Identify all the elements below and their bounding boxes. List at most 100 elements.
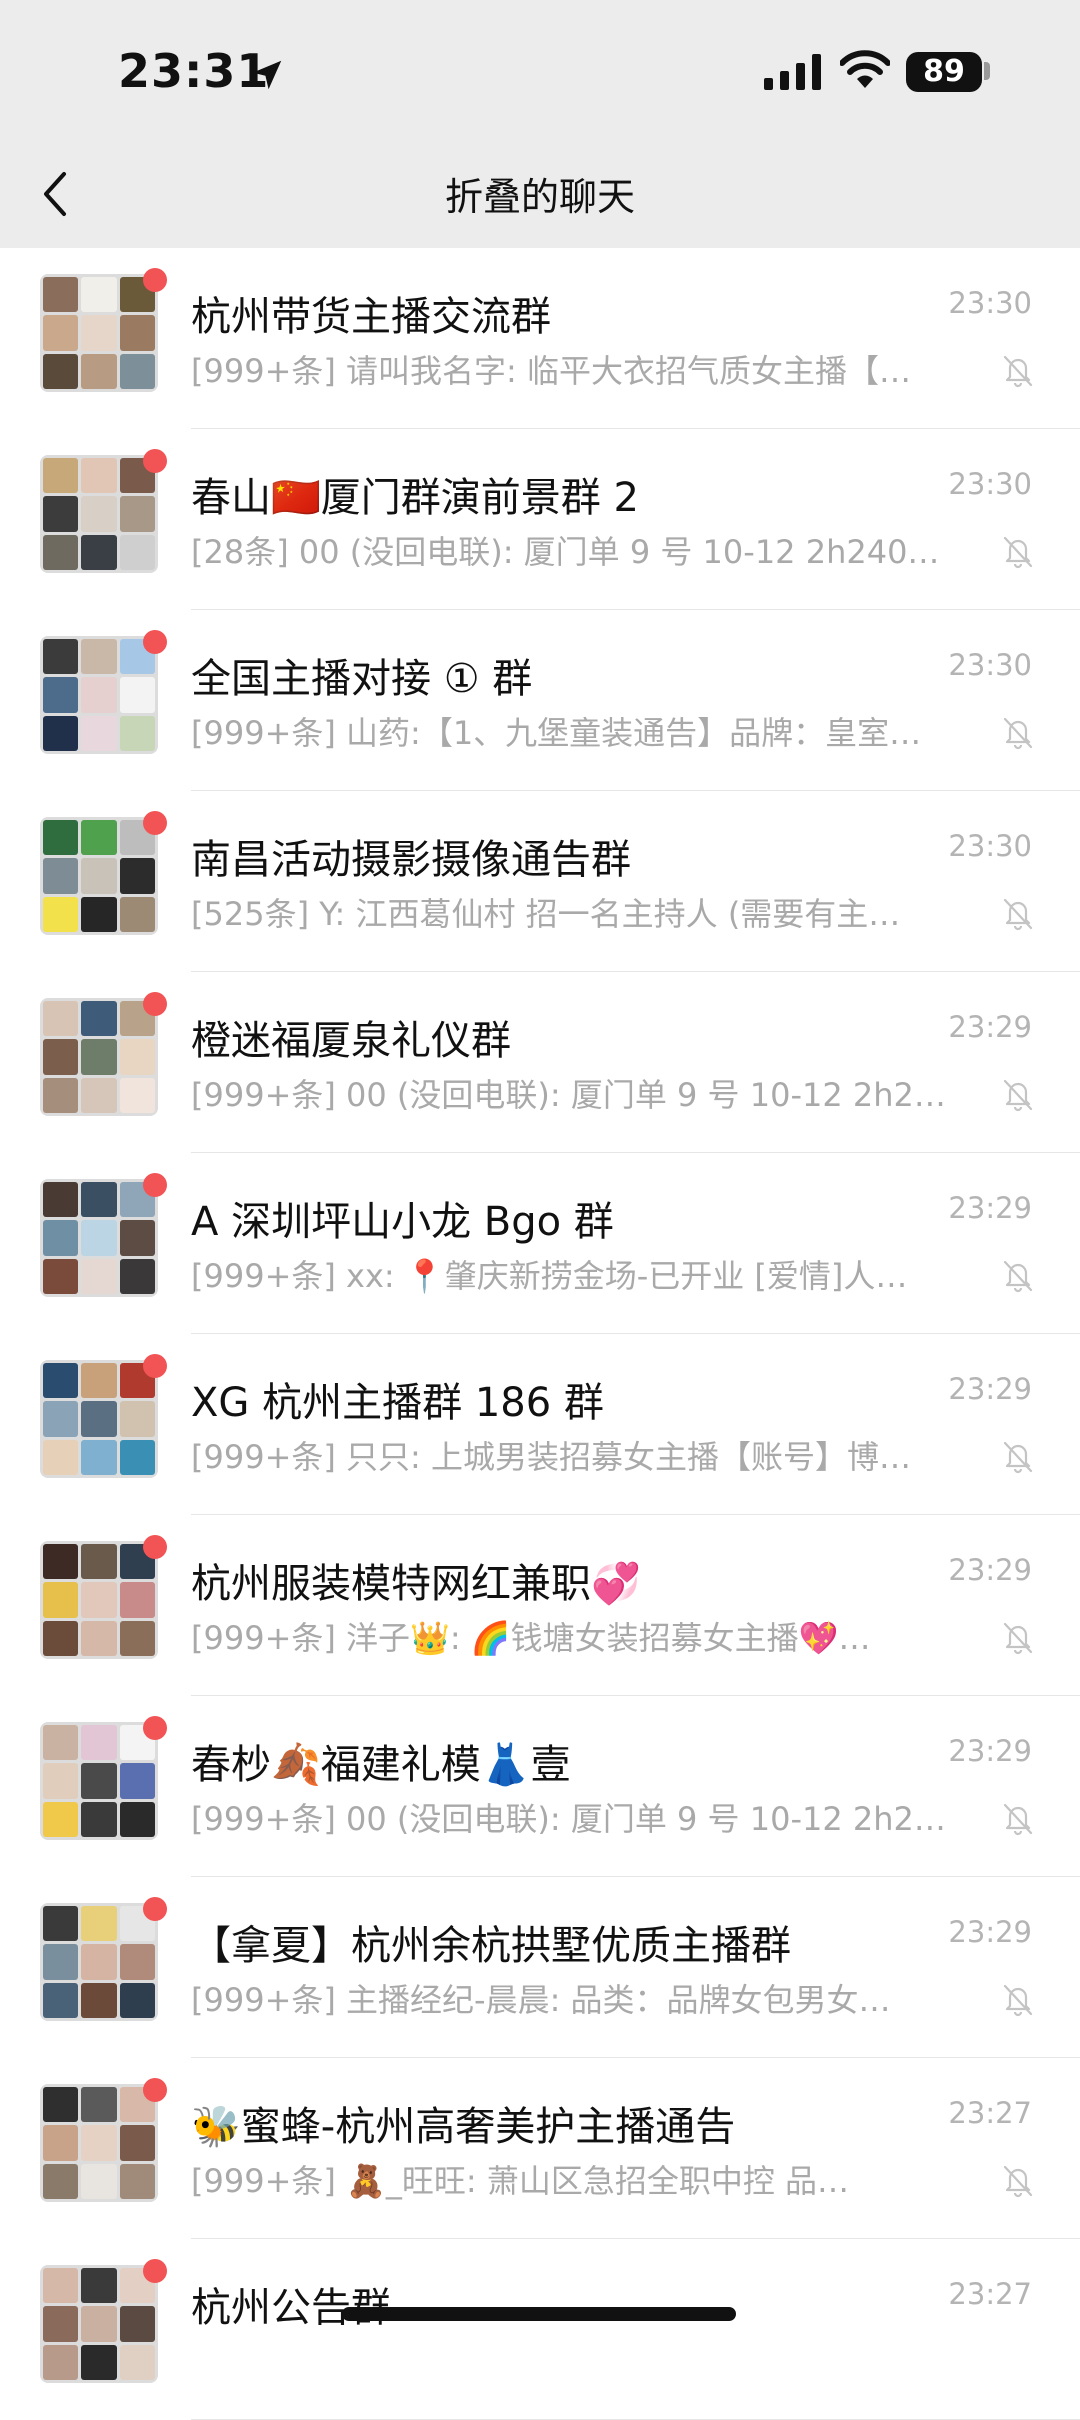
unread-dot (143, 1716, 167, 1740)
avatar-tile (81, 315, 117, 351)
chat-name: A 深圳坪山小龙 Bgo 群 (191, 1199, 614, 1245)
avatar-tile (43, 534, 79, 570)
unread-dot (143, 630, 167, 654)
avatar-tile (119, 353, 155, 389)
avatar-tile (43, 1544, 79, 1580)
chat-row[interactable]: A 深圳坪山小龙 Bgo 群 23:29 [999+条] xx: 📍肇庆新捞金场-已… (0, 1153, 1080, 1334)
avatar-tile (81, 858, 117, 894)
avatar-tile (119, 1401, 155, 1437)
avatar-tile (43, 1182, 79, 1218)
avatar-tile (81, 277, 117, 313)
chat-row[interactable]: 杭州公告群 23:27 (0, 2239, 1080, 2420)
avatar-tile (119, 315, 155, 351)
avatar-tile (81, 715, 117, 751)
avatar-tile (43, 1906, 79, 1942)
avatar-tile (81, 496, 117, 532)
group-avatar (40, 817, 158, 935)
avatar-tile (81, 1258, 117, 1294)
chat-timestamp: 23:27 (948, 2277, 1032, 2311)
chat-row[interactable]: 春山🇨🇳厦门群演前景群 2 23:30 [28条] 00 (没回电联): 厦门单 9… (0, 429, 1080, 610)
avatar-tile (43, 2306, 79, 2342)
chat-name: 杭州带货主播交流群 (191, 294, 551, 340)
chat-name: 🐝蜜蜂-杭州高奢美护主播通告 (191, 2104, 736, 2150)
avatar-tile (43, 1258, 79, 1294)
chat-row[interactable]: 杭州服装模特网红兼职💞 23:29 [999+条] 洋子👑: 🌈钱塘女装招募女主播💖… (0, 1515, 1080, 1696)
mute-bell-icon (1003, 1984, 1033, 2017)
chat-row[interactable]: XG 杭州主播群 186 群 23:29 [999+条] 只只: 上城男装招募女主播… (0, 1334, 1080, 1515)
cellular-signal-icon (764, 54, 821, 90)
avatar-tile (81, 1363, 117, 1399)
status-bar: 23:31 89 (0, 0, 1080, 140)
unread-dot (143, 1535, 167, 1559)
chat-timestamp: 23:30 (948, 648, 1032, 682)
group-avatar (40, 2084, 158, 2202)
avatar-tile (81, 1039, 117, 1075)
chat-row[interactable]: 橙迷福厦泉礼仪群 23:29 [999+条] 00 (没回电联): 厦门单 9 号 … (0, 972, 1080, 1153)
unread-dot (143, 1897, 167, 1921)
chat-timestamp: 23:29 (948, 1915, 1032, 1949)
chat-row[interactable]: 全国主播对接 ① 群 23:30 [999+条] 山药:【1、九堡童装通告】品牌：皇… (0, 610, 1080, 791)
mute-bell-icon (1003, 1260, 1033, 1293)
group-avatar (40, 2265, 158, 2383)
avatar-tile (43, 2087, 79, 2123)
avatar-tile (81, 1077, 117, 1113)
avatar-tile (81, 1582, 117, 1618)
chat-row[interactable]: 【拿夏】杭州余杭拱墅优质主播群 23:29 [999+条] 主播经纪-晨晨: 品类：… (0, 1877, 1080, 2058)
chat-name: 全国主播对接 ① 群 (191, 656, 533, 702)
chat-name: 南昌活动摄影摄像通告群 (191, 837, 631, 883)
avatar-tile (119, 534, 155, 570)
group-avatar (40, 1722, 158, 1840)
chat-preview: [999+条] 只只: 上城男装招募女主播【账号】博… (191, 1438, 911, 1476)
group-avatar (40, 455, 158, 573)
mute-bell-icon (1003, 1079, 1033, 1112)
avatar-tile (43, 677, 79, 713)
avatar-tile (119, 2344, 155, 2380)
avatar-tile (119, 2125, 155, 2161)
avatar-tile (81, 1220, 117, 1256)
avatar-tile (81, 1182, 117, 1218)
unread-dot (143, 449, 167, 473)
avatar-tile (119, 496, 155, 532)
avatar-tile (43, 820, 79, 856)
mute-bell-icon (1003, 1441, 1033, 1474)
chat-name: 杭州公告群 (191, 2285, 391, 2331)
chat-row[interactable]: 南昌活动摄影摄像通告群 23:30 [525条] Y: 江西葛仙村 招一名主持人 (… (0, 791, 1080, 972)
avatar-tile (43, 277, 79, 313)
unread-dot (143, 1354, 167, 1378)
chat-timestamp: 23:27 (948, 2096, 1032, 2130)
avatar-tile (43, 2344, 79, 2380)
chat-row[interactable]: 杭州带货主播交流群 23:30 [999+条] 请叫我名字: 临平大衣招气质女主播【… (0, 248, 1080, 429)
avatar-tile (43, 1725, 79, 1761)
avatar-tile (81, 1620, 117, 1656)
chat-preview: [999+条] 00 (没回电联): 厦门单 9 号 10-12 2h2… (191, 1076, 946, 1114)
avatar-tile (81, 639, 117, 675)
chat-name: 橙迷福厦泉礼仪群 (191, 1018, 511, 1064)
chat-preview: [525条] Y: 江西葛仙村 招一名主持人 (需要有主… (191, 895, 901, 933)
chat-preview: [999+条] 主播经纪-晨晨: 品类：品牌女包男女… (191, 1981, 891, 2019)
chat-preview: [999+条] 请叫我名字: 临平大衣招气质女主播【… (191, 352, 911, 390)
avatar-tile (81, 896, 117, 932)
unread-dot (143, 1173, 167, 1197)
home-indicator[interactable] (342, 2307, 736, 2321)
group-avatar (40, 274, 158, 392)
unread-dot (143, 992, 167, 1016)
avatar-tile (81, 2087, 117, 2123)
avatar-tile (81, 820, 117, 856)
status-time: 23:31 (118, 44, 270, 98)
avatar-tile (81, 1401, 117, 1437)
unread-dot (143, 2078, 167, 2102)
chat-preview: [999+条] 🧸_旺旺: 萧山区急招全职中控 品… (191, 2162, 850, 2200)
avatar-tile (81, 2306, 117, 2342)
chat-timestamp: 23:29 (948, 1372, 1032, 1406)
avatar-tile (43, 896, 79, 932)
chat-preview: [999+条] 00 (没回电联): 厦门单 9 号 10-12 2h2… (191, 1800, 946, 1838)
chat-timestamp: 23:30 (948, 467, 1032, 501)
chat-timestamp: 23:29 (948, 1010, 1032, 1044)
chat-row[interactable]: 🐝蜜蜂-杭州高奢美护主播通告 23:27 [999+条] 🧸_旺旺: 萧山区急招全职… (0, 2058, 1080, 2239)
battery-cap (984, 62, 990, 80)
battery-indicator: 89 (906, 52, 982, 92)
chat-row[interactable]: 春杪🍂福建礼模👗壹 23:29 [999+条] 00 (没回电联): 厦门单 9 号… (0, 1696, 1080, 1877)
chat-preview: [999+条] 山药:【1、九堡童装通告】品牌：皇室… (191, 714, 922, 752)
avatar-tile (119, 1944, 155, 1980)
avatar-tile (119, 858, 155, 894)
